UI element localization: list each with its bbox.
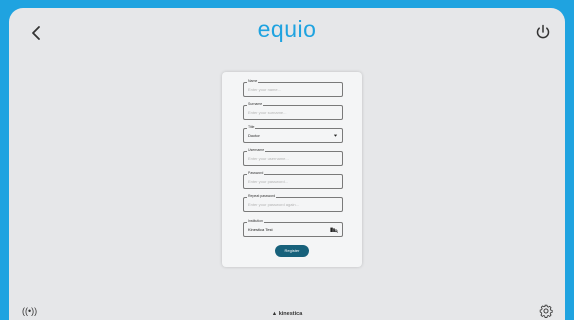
username-field[interactable]: Username Enter your username...	[243, 148, 343, 166]
title-select[interactable]: Title Doctor	[243, 125, 343, 143]
institution-value: Kinestica Test	[248, 227, 273, 232]
name-field[interactable]: Name Enter your name...	[243, 79, 343, 97]
repeat-password-placeholder: Enter your password again...	[248, 202, 299, 207]
surname-field[interactable]: Surname Enter your surname...	[243, 102, 343, 120]
institution-label: Institution	[247, 219, 264, 223]
password-label: Password	[247, 171, 265, 175]
register-button[interactable]: Register	[275, 245, 309, 257]
username-placeholder: Enter your username...	[248, 156, 289, 161]
title-label: Title	[247, 125, 256, 129]
settings-button[interactable]	[539, 304, 553, 318]
kinestica-logo-icon: ▲	[271, 311, 279, 317]
power-icon	[536, 24, 550, 39]
surname-label: Surname	[247, 102, 264, 106]
institution-field[interactable]: Institution Kinestica Test	[243, 219, 343, 237]
repeat-password-label: Repeat password	[247, 194, 277, 198]
password-field[interactable]: Password Enter your password...	[243, 171, 343, 189]
username-label: Username	[247, 148, 266, 152]
kinestica-brand: ▲ kinestica	[271, 311, 303, 317]
gear-icon	[539, 304, 553, 318]
repeat-password-field[interactable]: Repeat password Enter your password agai…	[243, 194, 343, 212]
power-button[interactable]	[534, 23, 552, 41]
caret-down-icon	[333, 134, 338, 137]
title-value: Doctor	[248, 133, 260, 138]
app-window: equio Name Enter your name... Surname En…	[9, 8, 565, 320]
name-label: Name	[247, 79, 259, 83]
registration-card: Name Enter your name... Surname Enter yo…	[222, 72, 362, 267]
password-placeholder: Enter your password...	[248, 179, 289, 184]
equio-logo: equio	[257, 16, 317, 42]
surname-placeholder: Enter your surname...	[248, 110, 287, 115]
institution-search-icon[interactable]	[330, 227, 338, 233]
name-placeholder: Enter your name...	[248, 87, 281, 92]
